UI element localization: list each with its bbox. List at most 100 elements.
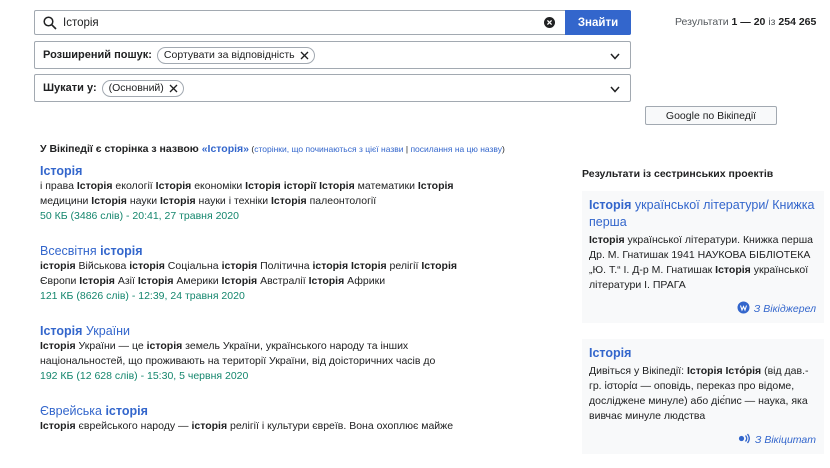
snippet-text: Військова xyxy=(75,260,130,272)
highlight-term: Історія xyxy=(137,275,174,287)
highlight-term: Історія xyxy=(589,198,632,212)
snippet-text: України — це xyxy=(75,340,147,352)
snippet-text: екології xyxy=(112,180,156,192)
snippet-text: Дивіться у Вікіпедії: xyxy=(589,365,687,377)
sister-project-link[interactable]: З Вікіцитат xyxy=(589,432,816,448)
highlight-term: Історія xyxy=(421,260,457,272)
results-list: Історія і права Історія екології Історія … xyxy=(40,163,560,453)
sister-project-card: Історія української літератури/ Книжка п… xyxy=(582,191,824,323)
snippet-text: Африки xyxy=(344,275,386,287)
highlight-term: історія xyxy=(129,260,165,272)
search-result: Єврейська історія Історія єврейського нар… xyxy=(40,403,560,434)
advanced-search-label: Розширений пошук: xyxy=(43,49,152,61)
highlight-term: Історія історії Історія xyxy=(245,180,355,192)
highlight-term: Історія xyxy=(155,180,192,192)
highlight-term: історія xyxy=(191,420,228,432)
search-icon xyxy=(39,12,61,34)
title-text: України xyxy=(82,324,131,338)
search-result: Історія України Історія України — це істо… xyxy=(40,323,560,384)
highlight-term: Історія xyxy=(589,234,625,246)
highlight-term: Історія xyxy=(221,275,258,287)
result-meta: 50 КБ (3486 слів) - 20:41, 27 травня 202… xyxy=(40,210,239,222)
clear-icon[interactable] xyxy=(539,13,559,33)
result-title-link[interactable]: Історія України xyxy=(40,323,560,339)
highlight-term: історія xyxy=(105,404,148,418)
highlight-term: Історія xyxy=(308,275,345,287)
result-title-link[interactable]: Єврейська історія xyxy=(40,403,560,419)
title-text: Єврейська xyxy=(40,404,106,418)
snippet-text: Європи xyxy=(40,275,80,287)
chevron-down-icon[interactable] xyxy=(610,51,620,63)
wikiquote-icon xyxy=(738,432,751,448)
page-exists-notice: У Вікіпедії є сторінка з назвою «Історія… xyxy=(40,143,505,155)
snippet-text: і права xyxy=(40,180,77,192)
snippet-text: земель України, українського народу та і… xyxy=(182,340,409,352)
sister-snippet: Дивіться у Вікіпедії: Історія Істо́рія (… xyxy=(589,364,816,424)
results-count: Результати 1 — 20 із 254 265 xyxy=(675,16,817,28)
sister-project-link[interactable]: З Вікіджерел xyxy=(589,301,816,317)
snippet-text: математики xyxy=(354,180,418,192)
remove-icon[interactable] xyxy=(169,84,178,93)
search-input[interactable] xyxy=(61,16,539,29)
namespace-chip[interactable]: (Основний) xyxy=(101,79,184,97)
chevron-down-icon[interactable] xyxy=(610,84,620,96)
advanced-search-panel[interactable]: Розширений пошук: Сортувати за відповідн… xyxy=(34,41,631,69)
result-title-link[interactable]: Історія xyxy=(40,163,560,179)
result-snippet: національностей, що проживають на терито… xyxy=(40,354,560,369)
sister-project-card: Історія Дивіться у Вікіпедії: Історія Іст… xyxy=(582,339,824,454)
highlight-term: Історія xyxy=(40,164,83,178)
highlight-term: історія xyxy=(146,340,183,352)
snippet-text: медицини xyxy=(40,195,92,207)
result-snippet: Історія України — це історія земель Укра… xyxy=(40,339,560,354)
page-exists-link[interactable]: «Історія» xyxy=(202,143,249,155)
snippet-text: єврейського народу — xyxy=(75,420,192,432)
sister-project-label: З Вікіцитат xyxy=(754,434,816,446)
sister-title-link[interactable]: Історія xyxy=(589,345,816,362)
snippet-text: релігії xyxy=(386,260,422,272)
remove-icon[interactable] xyxy=(300,51,309,60)
highlight-term: історія Історія xyxy=(312,260,387,272)
snippet-text: Політична xyxy=(257,260,313,272)
result-meta: 192 КБ (12 628 слів) - 15:30, 5 червня 2… xyxy=(40,370,249,382)
highlight-term: Історія xyxy=(715,264,751,276)
sister-projects-heading: Результати із сестринських проектів xyxy=(582,168,774,180)
namespace-label: Шукати у: xyxy=(43,82,97,94)
sister-project-label: З Вікіджерел xyxy=(753,303,816,315)
highlight-term: Історія xyxy=(160,195,196,207)
sort-chip[interactable]: Сортувати за відповідність xyxy=(156,46,315,64)
highlight-term: Історія xyxy=(417,180,454,192)
search-box: Знайти xyxy=(34,10,631,35)
highlight-term: історія xyxy=(100,244,143,258)
sort-chip-label: Сортувати за відповідність xyxy=(163,49,295,61)
prefix-search-link[interactable]: сторінки, що починаються з цієї назви xyxy=(254,144,403,154)
highlight-term: Історія xyxy=(91,195,127,207)
snippet-text: Соціальна xyxy=(164,260,222,272)
snippet-text: Австралії xyxy=(257,275,309,287)
highlight-term: історія xyxy=(40,260,76,272)
highlight-term: історія xyxy=(221,260,258,272)
result-snippet: Європи Історія Азії Історія Америки Істо… xyxy=(40,274,560,289)
result-snippet: Історія єврейського народу — історія рел… xyxy=(40,419,560,434)
wikisource-icon xyxy=(737,301,750,317)
result-title-link[interactable]: Всесвітня історія xyxy=(40,243,560,259)
title-text: Всесвітня xyxy=(40,244,101,258)
snippet-text: науки і техніки xyxy=(195,195,272,207)
highlight-term: Історія xyxy=(40,324,83,338)
snippet-text: Азії xyxy=(114,275,138,287)
result-snippet: і права Історія екології Історія економі… xyxy=(40,179,560,194)
sister-title-link[interactable]: Історія української літератури/ Книжка п… xyxy=(589,197,816,231)
highlight-term: Історія xyxy=(271,195,307,207)
namespace-panel[interactable]: Шукати у: (Основний) xyxy=(34,74,631,102)
highlight-term: Історія xyxy=(589,346,632,360)
search-button[interactable]: Знайти xyxy=(565,10,631,35)
page-exists-prefix: У Вікіпедії є сторінка з назвою xyxy=(40,143,202,155)
snippet-text: Америки xyxy=(173,275,222,287)
snippet-text: національностей, що проживають на терито… xyxy=(40,355,436,367)
highlight-term: Історія xyxy=(76,180,113,192)
google-search-button[interactable]: Google по Вікіпедії xyxy=(645,106,777,125)
what-links-here-link[interactable]: посилання на цю назву xyxy=(410,144,502,154)
search-result: Всесвітня історія історія Військова істор… xyxy=(40,243,560,304)
namespace-chip-label: (Основний) xyxy=(108,82,164,94)
result-snippet: медицини Історія науки Історія науки і т… xyxy=(40,194,560,209)
snippet-text: палеонтології xyxy=(306,195,377,207)
